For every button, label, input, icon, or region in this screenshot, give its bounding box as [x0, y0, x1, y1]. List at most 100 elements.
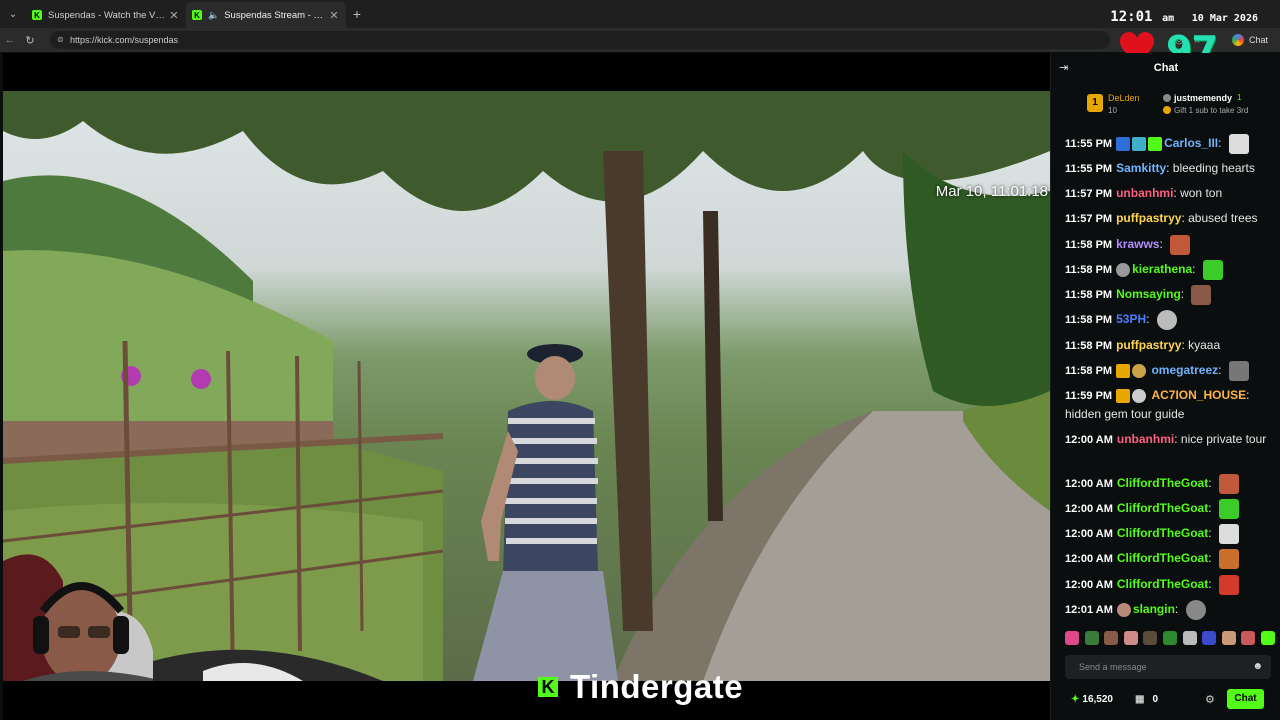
chat-message: 11:58 PM krawws: [1065, 235, 1275, 255]
tab-close-icon[interactable]: ✕ [168, 9, 180, 22]
quick-emote-icon[interactable] [1143, 631, 1158, 645]
quick-emote-icon[interactable] [1221, 631, 1236, 645]
quick-emote-icon[interactable] [1162, 631, 1177, 645]
message-time: 12:00 AM [1065, 434, 1113, 446]
message-user[interactable]: omegatreez [1151, 363, 1218, 377]
message-time: 12:00 AM [1065, 528, 1113, 541]
message-text: abused trees [1188, 211, 1258, 225]
back-arrow-icon[interactable]: ← [0, 34, 20, 46]
message-user[interactable]: CliffordTheGoat [1117, 577, 1208, 591]
chat-message: 11:57 PM puffpastryy: abused trees [1065, 211, 1258, 225]
gifter-note: Gift 1 sub to take 3rd [1163, 106, 1248, 115]
gifter-count: 1 [1237, 93, 1242, 102]
speaker-icon[interactable]: 🔈 [208, 10, 219, 21]
message-user[interactable]: kierathena [1132, 262, 1192, 276]
crown-badge-icon [1116, 388, 1131, 403]
quick-emote-icon[interactable] [1241, 631, 1256, 645]
emote-icon [1218, 474, 1239, 494]
emote-icon [1156, 310, 1177, 330]
gift-icon [1163, 106, 1171, 114]
message-time: 11:55 PM [1065, 163, 1113, 175]
gifter-rank-badge: 1 [1087, 94, 1103, 112]
video-date-overlay: Mar 10, 11:01:18 [935, 183, 1048, 200]
clock-date: 10 Mar 2026 [1191, 13, 1258, 24]
message-user[interactable]: puffpastryy [1116, 338, 1181, 352]
avatar-icon [1116, 603, 1131, 617]
message-user[interactable]: puffpastryy [1116, 211, 1181, 225]
emote-icon [1170, 235, 1191, 255]
message-user[interactable]: Carlos_III [1164, 136, 1218, 150]
quick-emote-icon[interactable] [1104, 631, 1119, 645]
gifter-name[interactable]: justmemendy [1163, 93, 1232, 103]
quick-emote-icon[interactable] [1065, 631, 1079, 645]
browser-tab-stream[interactable]: K 🔈 Suspendas Stream - Watch Li ✕ [186, 2, 346, 28]
message-time: 12:00 AM [1065, 579, 1113, 592]
assistant-logo-icon [1231, 34, 1244, 46]
reload-icon[interactable]: ↻ [20, 34, 40, 47]
message-user[interactable]: unbanhmi [1116, 186, 1173, 200]
overlay-clock: 12:01 am 10 Mar 2026 [1110, 6, 1258, 25]
streamer-brand: K Tindergate [538, 668, 743, 706]
tab-title: Suspendas Stream - Watch Li [224, 9, 328, 21]
emote-icon [1228, 361, 1249, 381]
message-user[interactable]: Nomsaying [1116, 287, 1181, 301]
chat-settings-gear-icon[interactable]: ⚙ [1205, 693, 1215, 706]
gifter-name[interactable]: DeLden [1108, 93, 1140, 103]
message-user[interactable]: 53PH [1116, 312, 1146, 326]
message-user[interactable]: krawws [1116, 237, 1159, 251]
streamer-name: Tindergate [570, 668, 744, 705]
top-gifters: 1 DeLden 10 justmemendy 1 Gift 1 sub to … [1051, 85, 1280, 121]
message-user[interactable]: CliffordTheGoat [1117, 501, 1208, 515]
site-info-icon[interactable]: ⊜ [57, 31, 64, 49]
chat-message: 12:00 AM CliffordTheGoat: [1065, 474, 1275, 494]
badge-icon [1148, 137, 1163, 151]
tab-close-icon[interactable]: ✕ [328, 9, 340, 22]
chat-message: 12:00 AM CliffordTheGoat: [1065, 575, 1275, 595]
quick-emote-icon[interactable] [1123, 631, 1138, 645]
quick-emote-icon[interactable] [1084, 631, 1099, 645]
kick-favicon-icon: K [32, 10, 42, 20]
message-user[interactable]: slangin [1133, 602, 1175, 616]
message-user[interactable]: CliffordTheGoat [1117, 551, 1208, 565]
chat-message: 11:58 PM omegatreez: [1065, 361, 1275, 381]
kicks-balance[interactable]: ▦ 0 [1135, 694, 1158, 705]
channel-points[interactable]: ✦ 16,520 [1071, 694, 1113, 705]
chat-message: 11:57 PM unbanhmi: won ton [1065, 186, 1223, 200]
clock-ampm: am [1162, 13, 1175, 24]
tab-list-chevron-icon[interactable]: ⌄ [0, 0, 26, 28]
emoji-picker-icon[interactable]: ☻ [1252, 655, 1263, 679]
message-user[interactable]: CliffordTheGoat [1117, 476, 1208, 490]
browser-tab-vod[interactable]: K Suspendas - Watch the VOD on K ✕ [26, 2, 186, 28]
emote-icon [1185, 600, 1206, 620]
kick-logo-icon: K [538, 677, 558, 697]
message-time: 11:58 PM [1065, 340, 1113, 352]
browser-chat-button[interactable]: Chat [1231, 34, 1268, 46]
url-field[interactable]: ⊜ https://kick.com/suspendas [50, 31, 1110, 49]
message-user[interactable]: unbanhmi [1117, 432, 1174, 446]
send-chat-button[interactable]: Chat [1227, 689, 1264, 709]
chat-input-placeholder: Send a message [1079, 662, 1147, 672]
chat-message: 11:58 PM Nomsaying: [1065, 285, 1275, 305]
chat-header: ⇥ Chat [1051, 53, 1280, 83]
chat-message-input[interactable]: Send a message ☻ [1065, 655, 1271, 679]
message-user[interactable]: Samkitty [1116, 161, 1166, 175]
quick-emote-icon[interactable] [1182, 631, 1197, 645]
chat-message: 12:00 AM CliffordTheGoat: [1065, 524, 1275, 544]
message-time: 12:00 AM [1065, 478, 1113, 491]
message-text: hidden gem tour guide [1065, 407, 1185, 421]
avatar-icon [1116, 263, 1131, 277]
emote-icon [1228, 134, 1249, 154]
message-user[interactable]: AC7ION_HOUSE [1151, 388, 1246, 402]
new-tab-plus-icon[interactable]: + [346, 6, 368, 22]
gifter-avatar-icon [1163, 94, 1171, 102]
quick-emote-icon[interactable] [1202, 631, 1217, 645]
park-scene-illustration [3, 91, 1050, 681]
message-text: nice private tour [1180, 432, 1267, 446]
video-player[interactable]: Mar 10, 11:01:18 [3, 53, 1050, 720]
points-icon: ✦ [1071, 694, 1080, 705]
message-text: won ton [1180, 186, 1223, 200]
message-user[interactable]: CliffordTheGoat [1117, 526, 1208, 540]
emote-icon [1218, 549, 1239, 569]
quick-emote-icon[interactable] [1260, 631, 1275, 645]
browser-tabbar: ⌄ K Suspendas - Watch the VOD on K ✕ K 🔈… [0, 0, 1280, 28]
